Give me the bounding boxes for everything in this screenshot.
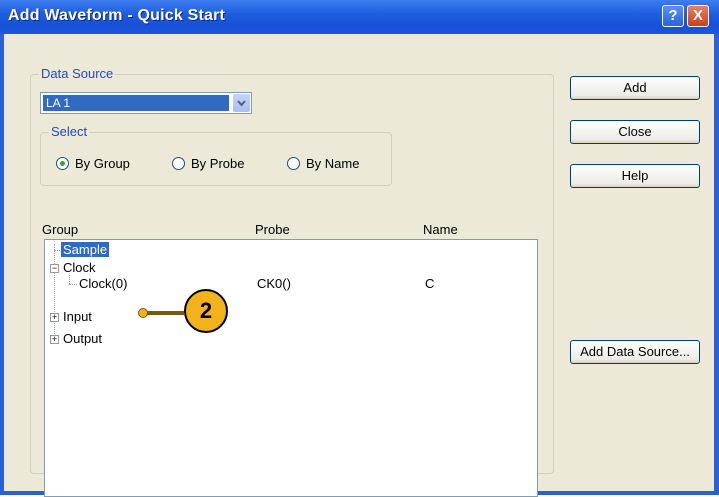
expand-icon[interactable]: + [50,313,59,322]
callout-badge: 2 [184,289,228,333]
close-title-button[interactable]: X [687,5,709,27]
add-button[interactable]: Add [570,76,700,100]
tree-item-output[interactable]: Output [63,331,102,346]
callout-pointer-line [144,311,184,315]
tree-item-label: Clock [63,260,96,275]
chevron-down-icon [237,100,246,107]
tree-item-name: C [425,276,435,291]
data-source-select[interactable]: LA 1 [40,92,252,114]
title-bar[interactable]: Add Waveform - Quick Start ? X [0,0,719,34]
close-icon: X [692,7,703,24]
callout-pointer-dot [138,308,148,318]
column-header-group: Group [42,222,79,237]
close-button[interactable]: Close [570,120,700,144]
tree-item-sample[interactable]: Sample [61,242,110,257]
help-icon: ? [668,7,678,24]
column-header-name: Name [423,222,458,237]
add-data-source-button[interactable]: Add Data Source... [570,340,700,364]
radio-circle [172,157,185,170]
tree-line [69,284,77,285]
tree-item-label: Clock(0) [79,276,128,291]
tree-item-clock[interactable]: Clock [63,260,96,275]
tree-item-probe: CK0() [257,276,291,291]
radio-checked-dot [60,161,65,166]
radio-label: By Name [306,156,360,171]
tree-item-label: Input [63,309,92,324]
tree-line [54,244,55,340]
tree-item-label: Output [63,331,103,346]
select-label: Select [49,124,90,139]
data-source-value: LA 1 [43,95,229,111]
dialog-client: Data Source LA 1 Select By Group By Prob… [4,34,714,497]
help-title-button[interactable]: ? [662,5,684,27]
column-header-probe: Probe [255,222,290,237]
tree-line [54,250,60,251]
dialog-window: Add Waveform - Quick Start ? X Data Sour… [0,0,719,497]
signal-tree[interactable]: Sample − Clock Clock(0) CK0() C + Input … [44,239,538,497]
radio-label: By Group [75,156,130,171]
radio-label: By Probe [191,156,245,171]
tree-item-clock-0[interactable]: Clock(0) [79,276,127,291]
radio-circle [56,157,69,170]
radio-circle [287,157,300,170]
tree-item-label: Sample [61,242,110,257]
window-title: Add Waveform - Quick Start [8,7,226,24]
expand-icon[interactable]: + [50,335,59,344]
data-source-label: Data Source [39,66,116,81]
tree-item-input[interactable]: Input [63,309,92,324]
dropdown-arrow[interactable] [233,94,250,112]
collapse-icon[interactable]: − [50,264,59,273]
help-button[interactable]: Help [570,164,700,188]
tree-line [69,275,70,284]
